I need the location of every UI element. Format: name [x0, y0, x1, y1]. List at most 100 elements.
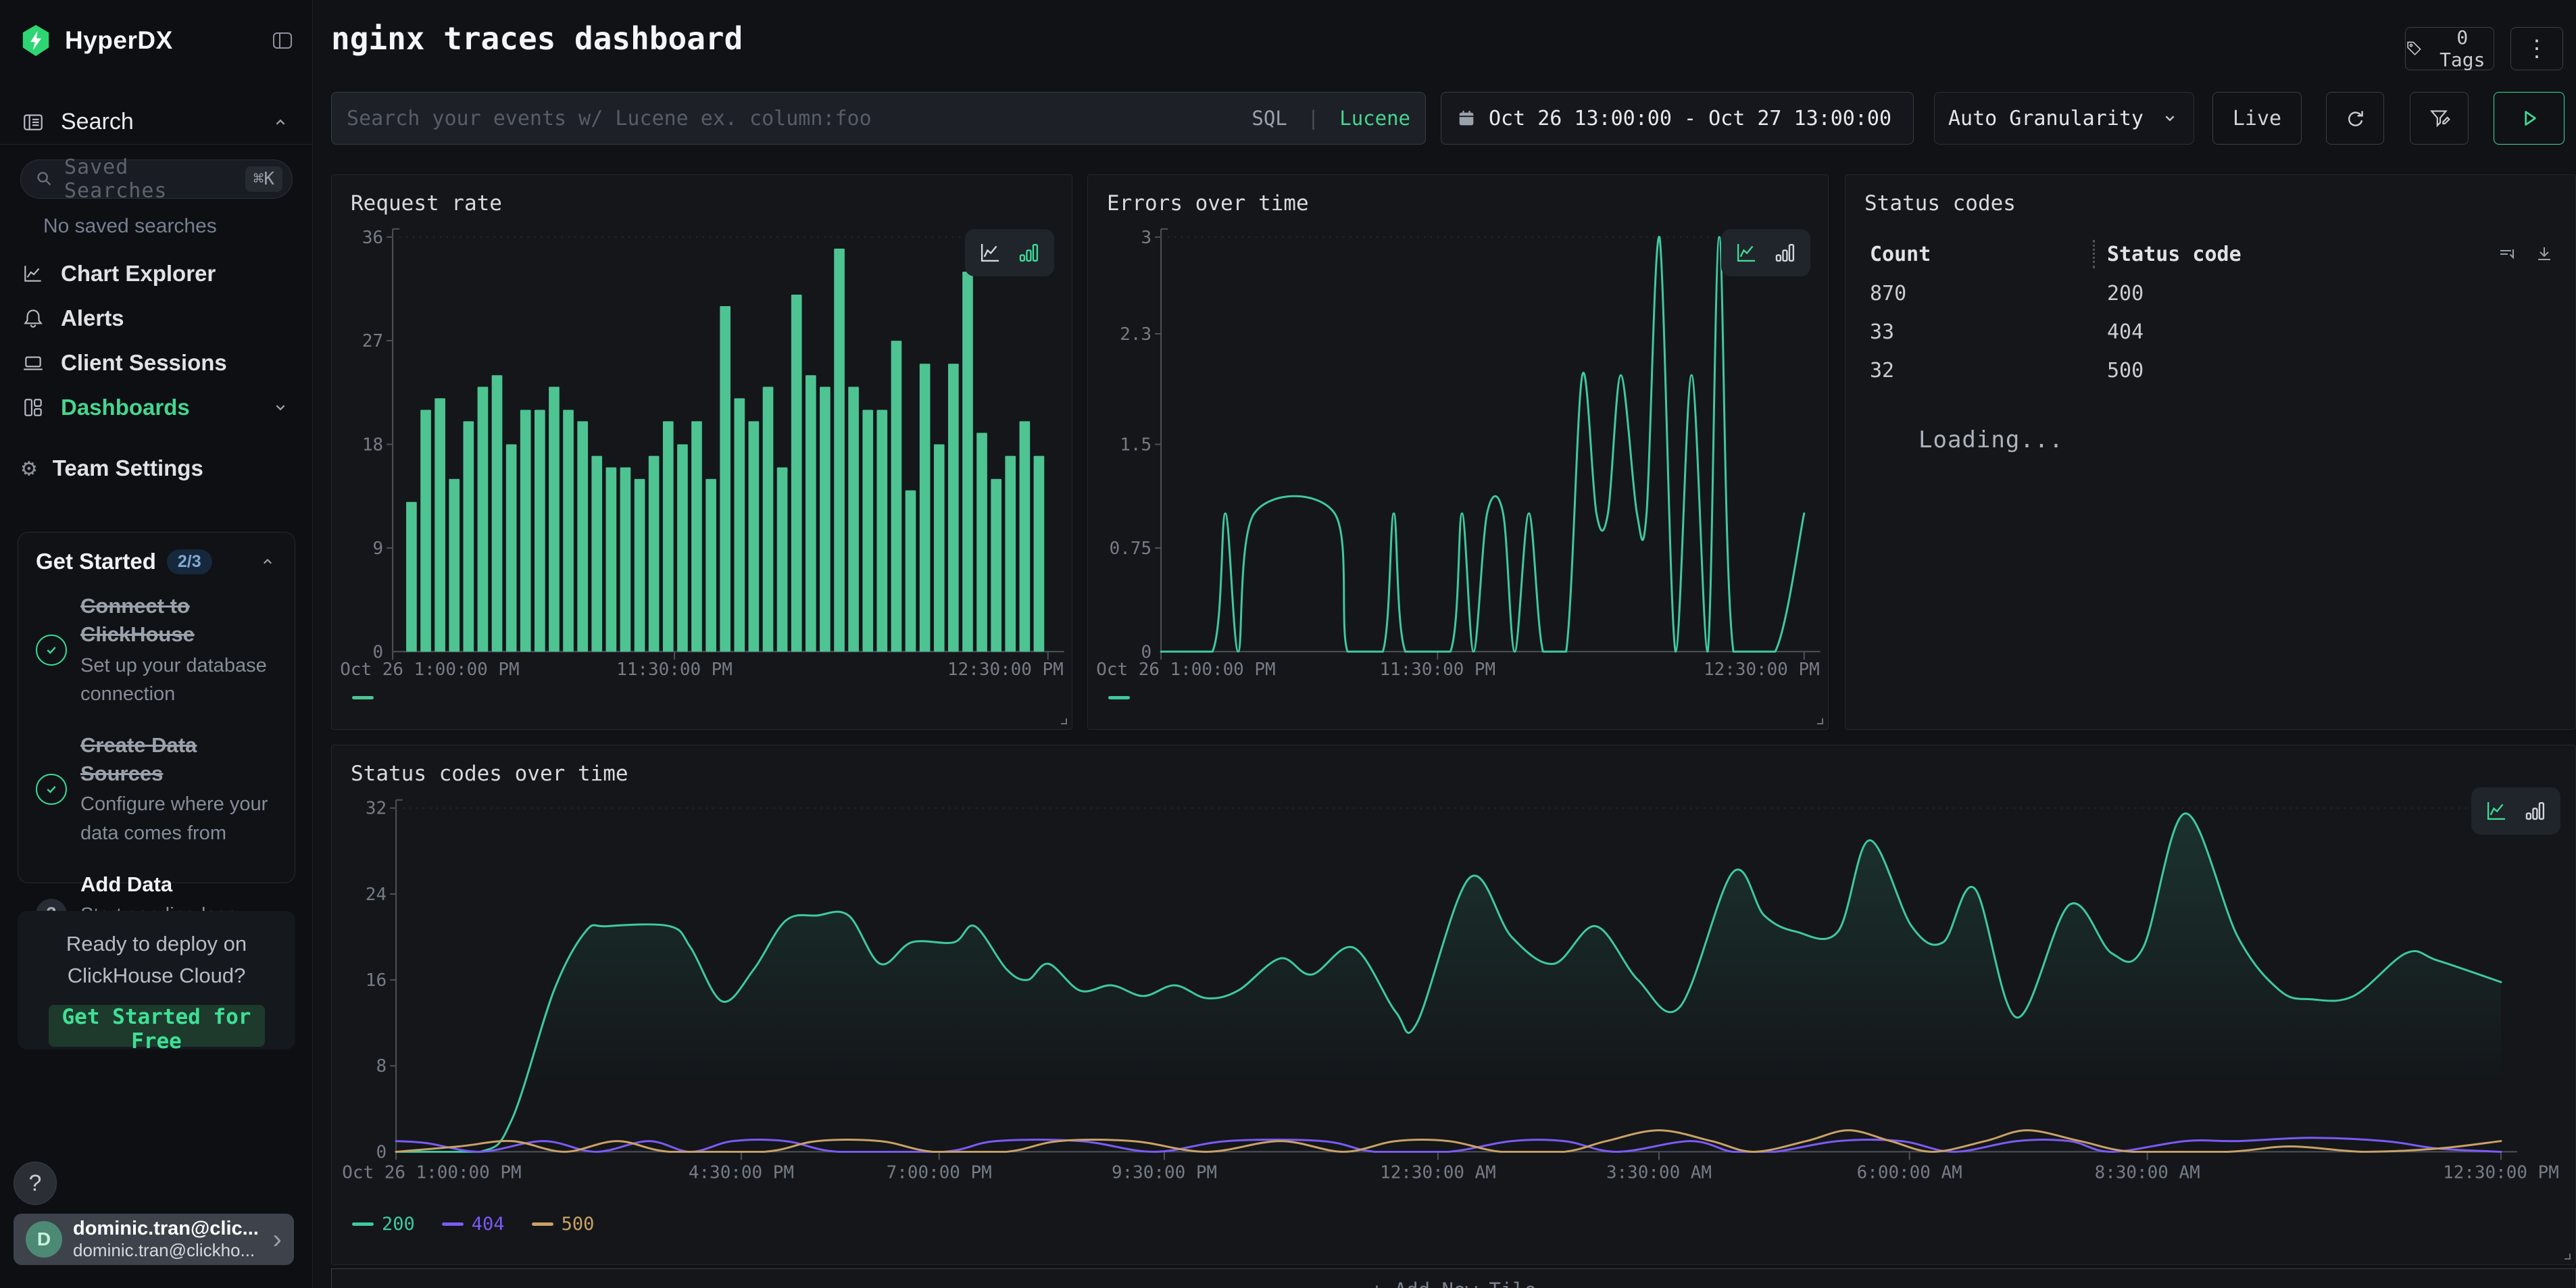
nav-label: Dashboards — [61, 395, 254, 420]
add-new-tile-button[interactable]: + Add New Tile — [331, 1268, 2576, 1288]
panel-title: Status codes over time — [351, 762, 628, 786]
granularity-select[interactable]: Auto Granularity — [1934, 92, 2194, 145]
chevron-right-icon: › — [273, 1224, 282, 1255]
sidebar-item-client-sessions[interactable]: Client Sessions — [0, 345, 312, 381]
saved-searches-input[interactable]: Saved Searches ⌘K — [20, 159, 293, 199]
live-button[interactable]: Live — [2212, 92, 2302, 145]
get-started-step-connect[interactable]: Connect to ClickHouse Set up your databa… — [36, 592, 277, 708]
svg-text:1.5: 1.5 — [1120, 435, 1151, 455]
svg-text:8: 8 — [376, 1056, 387, 1076]
svg-text:32: 32 — [366, 799, 387, 819]
sql-mode-toggle[interactable]: SQL — [1252, 107, 1287, 130]
legend-item-404[interactable]: 404 — [442, 1214, 505, 1235]
tags-button[interactable]: 0 Tags — [2405, 27, 2494, 70]
table-row[interactable]: 33 404 — [1870, 320, 2555, 344]
status-codes-over-time-chart[interactable]: 08162432Oct 26 1:00:00 PM4:30:00 PM7:00:… — [332, 745, 2575, 1264]
column-resize-handle[interactable] — [2093, 240, 2095, 268]
step-title: Connect to ClickHouse — [80, 592, 277, 649]
svg-text:16: 16 — [366, 970, 387, 991]
sidebar-item-team-settings[interactable]: ⚙ Team Settings — [0, 450, 312, 487]
refresh-button[interactable] — [2326, 92, 2384, 145]
sidebar-search-label: Search — [61, 109, 254, 135]
sidebar-collapse-button[interactable] — [270, 30, 295, 51]
event-search-input[interactable]: Search your events w/ Lucene ex. column:… — [331, 92, 1426, 145]
user-menu[interactable]: D dominic.tran@clic... dominic.tran@clic… — [14, 1214, 294, 1265]
svg-text:6:00:00 AM: 6:00:00 AM — [1857, 1162, 1962, 1183]
svg-text:12:30:00 PM: 12:30:00 PM — [947, 660, 1064, 680]
resize-handle-icon[interactable] — [2562, 1251, 2571, 1260]
get-started-free-button[interactable]: Get Started for Free — [49, 1005, 265, 1047]
chart-explorer-icon — [22, 262, 45, 285]
cell-status-code: 404 — [2093, 320, 2555, 344]
svg-text:9:30:00 PM: 9:30:00 PM — [1112, 1162, 1217, 1183]
sort-icon[interactable] — [2497, 243, 2519, 265]
column-header-count[interactable]: Count — [1870, 243, 2093, 266]
series-swatch — [352, 696, 374, 699]
cell-count: 32 — [1870, 359, 2093, 382]
event-search-placeholder: Search your events w/ Lucene ex. column:… — [347, 107, 1241, 130]
run-query-button[interactable] — [2494, 92, 2565, 145]
chevron-up-icon[interactable] — [258, 552, 277, 571]
series-label: 500 — [562, 1214, 595, 1235]
panel-title: Errors over time — [1107, 191, 1309, 216]
legend-item-500[interactable]: 500 — [532, 1214, 595, 1235]
chart-type-toggle — [965, 229, 1054, 276]
get-started-title: Get Started — [36, 549, 156, 574]
line-chart-icon[interactable] — [1733, 240, 1759, 266]
sidebar-item-search[interactable]: Search — [0, 100, 312, 145]
step-title: Create Data Sources — [80, 731, 277, 788]
chevron-up-icon — [270, 112, 291, 132]
legend-item-200[interactable]: 200 — [352, 1214, 415, 1235]
panel-errors-over-time: Errors over time 00.751.52.33Oct 26 1:00… — [1087, 174, 1829, 730]
get-started-step-sources[interactable]: Create Data Sources Configure where your… — [36, 731, 277, 847]
svg-text:11:30:00 PM: 11:30:00 PM — [1379, 660, 1495, 680]
line-chart-icon[interactable] — [2483, 798, 2509, 824]
step-desc: Configure where your data comes from — [80, 790, 277, 847]
nav-label: Chart Explorer — [61, 261, 291, 287]
series-swatch — [1108, 696, 1130, 699]
sidebar-toggle-icon — [270, 30, 295, 51]
download-icon[interactable] — [2533, 243, 2555, 265]
request-rate-chart[interactable]: 09182736Oct 26 1:00:00 PM11:30:00 PM12:3… — [332, 175, 1072, 729]
sidebar-item-alerts[interactable]: Alerts — [0, 300, 312, 337]
svg-text:3: 3 — [1141, 228, 1151, 248]
kebab-menu-button[interactable]: ⋮ — [2510, 27, 2563, 70]
errors-over-time-chart[interactable]: 00.751.52.33Oct 26 1:00:00 PM11:30:00 PM… — [1088, 175, 1828, 729]
line-chart-icon[interactable] — [977, 240, 1003, 266]
column-header-status-code[interactable]: Status code — [2107, 243, 2497, 266]
series-swatch — [442, 1222, 464, 1226]
filter-button[interactable] — [2410, 92, 2469, 145]
dashboards-icon — [22, 396, 45, 419]
svg-text:12:30:00 PM: 12:30:00 PM — [1704, 660, 1820, 680]
svg-text:8:30:00 AM: 8:30:00 AM — [2095, 1162, 2200, 1183]
table-row[interactable]: 32 500 — [1870, 359, 2555, 382]
series-swatch — [352, 1222, 374, 1226]
resize-handle-icon[interactable] — [1814, 716, 1824, 725]
help-button[interactable]: ? — [14, 1162, 57, 1205]
hyperdx-logo-icon — [20, 24, 51, 57]
svg-text:4:30:00 PM: 4:30:00 PM — [689, 1162, 794, 1183]
resize-handle-icon[interactable] — [1058, 716, 1068, 725]
tag-icon — [2406, 39, 2423, 58]
date-range-picker[interactable]: Oct 26 13:00:00 - Oct 27 13:00:00 — [1441, 92, 1914, 145]
bar-chart-icon[interactable] — [2523, 798, 2548, 824]
brand-name: HyperDX — [65, 26, 257, 55]
svg-text:0.75: 0.75 — [1110, 539, 1151, 559]
bar-chart-icon[interactable] — [1016, 240, 1042, 266]
check-circle-icon — [36, 635, 67, 666]
svg-text:Oct 26 1:00:00 PM: Oct 26 1:00:00 PM — [342, 1162, 521, 1183]
check-circle-icon — [36, 774, 67, 805]
sidebar-item-chart-explorer[interactable]: Chart Explorer — [0, 255, 312, 292]
cloud-card-text: Ready to deploy on ClickHouse Cloud? — [32, 928, 280, 991]
svg-text:9: 9 — [373, 539, 384, 559]
laptop-icon — [22, 351, 45, 374]
panel-status-codes-over-time: Status codes over time 08162432Oct 26 1:… — [331, 745, 2576, 1265]
chart-type-toggle — [2471, 787, 2560, 835]
sidebar-item-dashboards[interactable]: Dashboards — [0, 389, 312, 426]
bar-chart-icon[interactable] — [1773, 240, 1798, 266]
get-started-card: Get Started 2/3 Connect to ClickHouse Se… — [18, 532, 295, 883]
user-email: dominic.tran@clickho... — [73, 1240, 262, 1261]
table-row[interactable]: 870 200 — [1870, 282, 2555, 305]
lucene-mode-toggle[interactable]: Lucene — [1339, 107, 1410, 130]
nav-label: Client Sessions — [61, 350, 291, 376]
